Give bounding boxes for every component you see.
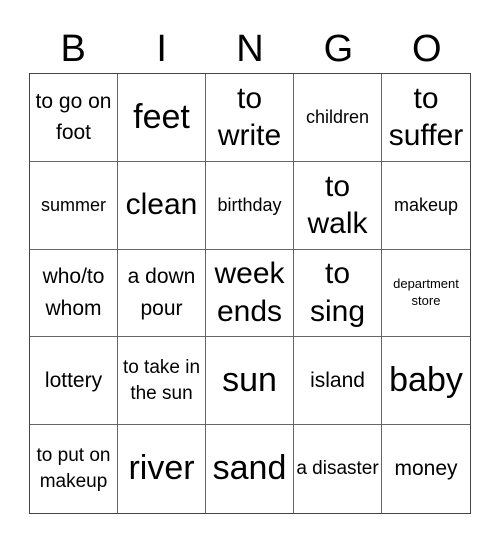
bingo-cell[interactable]: children [294,74,382,162]
bingo-cell[interactable]: lottery [30,337,118,426]
bingo-cell[interactable]: week ends [206,249,294,338]
bingo-header: B I N G O [29,26,471,72]
bingo-cell[interactable]: money [382,425,470,513]
bingo-cell[interactable]: to go on foot [30,74,118,162]
header-letter-o: O [412,28,442,70]
bingo-cell[interactable]: a down pour [118,249,206,338]
bingo-cell[interactable]: baby [382,337,470,426]
header-letter-g: G [323,28,354,70]
bingo-cell[interactable]: summer [30,161,118,250]
bingo-cell[interactable]: a disaster [294,425,382,513]
header-letter-i: I [156,28,167,70]
bingo-cell[interactable]: who/to whom [30,249,118,338]
header-letter-n: N [236,28,264,70]
bingo-cell[interactable]: to write [206,74,294,162]
bingo-grid: to go on foot feet to write children to … [29,73,471,514]
bingo-cell[interactable]: makeup [382,162,470,250]
bingo-cell[interactable]: sand [206,425,294,513]
bingo-cell[interactable]: department store [382,250,470,338]
bingo-cell[interactable]: to suffer [382,74,470,162]
bingo-cell[interactable]: to put on makeup [30,425,118,513]
header-letter-b: B [60,28,86,70]
bingo-cell[interactable]: birthday [206,161,294,250]
bingo-cell[interactable]: feet [118,74,206,162]
bingo-cell[interactable]: clean [118,161,206,250]
bingo-cell[interactable]: to walk [294,161,382,250]
bingo-cell[interactable]: river [118,425,206,513]
bingo-cell[interactable]: to sing [294,249,382,338]
bingo-cell[interactable]: island [294,337,382,426]
bingo-cell[interactable]: sun [206,337,294,426]
bingo-cell[interactable]: to take in the sun [118,337,206,426]
